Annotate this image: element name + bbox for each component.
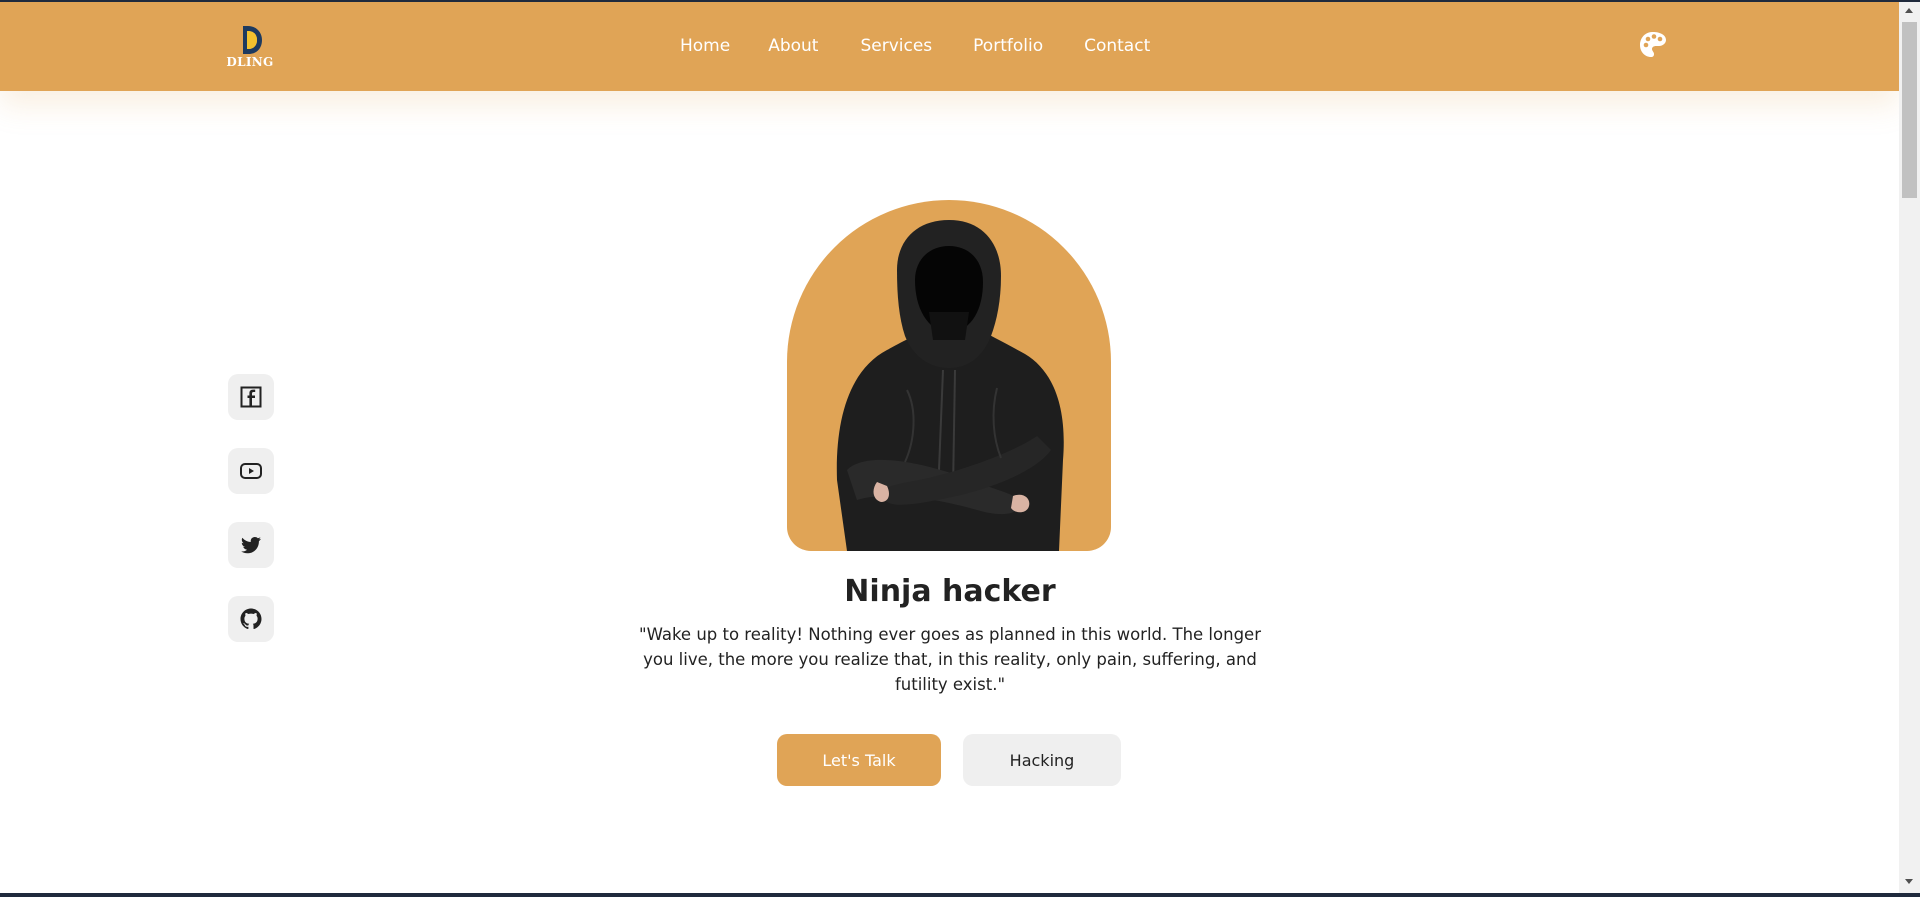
hero-portrait [787, 200, 1111, 551]
social-links [228, 374, 274, 670]
site-header: DLING Home About Services Portfolio Cont… [0, 2, 1899, 91]
site-logo[interactable]: DLING [226, 24, 274, 72]
twitter-icon [241, 537, 261, 554]
window-top-border [0, 0, 1920, 2]
youtube-icon [240, 463, 262, 479]
hooded-figure-image [836, 220, 1064, 551]
hero-quote: "Wake up to reality! Nothing ever goes a… [639, 625, 1261, 694]
hacking-button[interactable]: Hacking [963, 734, 1121, 786]
page: DLING Home About Services Portfolio Cont… [0, 0, 1899, 895]
github-icon [240, 608, 262, 630]
facebook-icon [240, 386, 262, 408]
main-nav: Home About Services Portfolio Contact [680, 36, 1150, 56]
logo-text: DLING [226, 55, 274, 69]
theme-palette-button[interactable] [1638, 30, 1668, 60]
scroll-thumb[interactable] [1902, 22, 1917, 198]
nav-portfolio[interactable]: Portfolio [973, 36, 1043, 56]
nav-home[interactable]: Home [680, 36, 730, 56]
nav-services[interactable]: Services [860, 36, 932, 56]
vertical-scrollbar[interactable] [1899, 2, 1920, 893]
hero-title: Ninja hacker [844, 574, 1056, 609]
window-bottom-border [0, 893, 1920, 897]
github-link[interactable] [228, 596, 274, 642]
nav-about[interactable]: About [768, 36, 818, 56]
scroll-down-arrow-icon[interactable] [1905, 879, 1913, 884]
palette-icon [1640, 32, 1666, 57]
facebook-link[interactable] [228, 374, 274, 420]
lets-talk-button[interactable]: Let's Talk [777, 734, 941, 786]
nav-contact[interactable]: Contact [1084, 36, 1150, 56]
twitter-link[interactable] [228, 522, 274, 568]
scroll-up-arrow-icon[interactable] [1905, 8, 1913, 13]
youtube-link[interactable] [228, 448, 274, 494]
